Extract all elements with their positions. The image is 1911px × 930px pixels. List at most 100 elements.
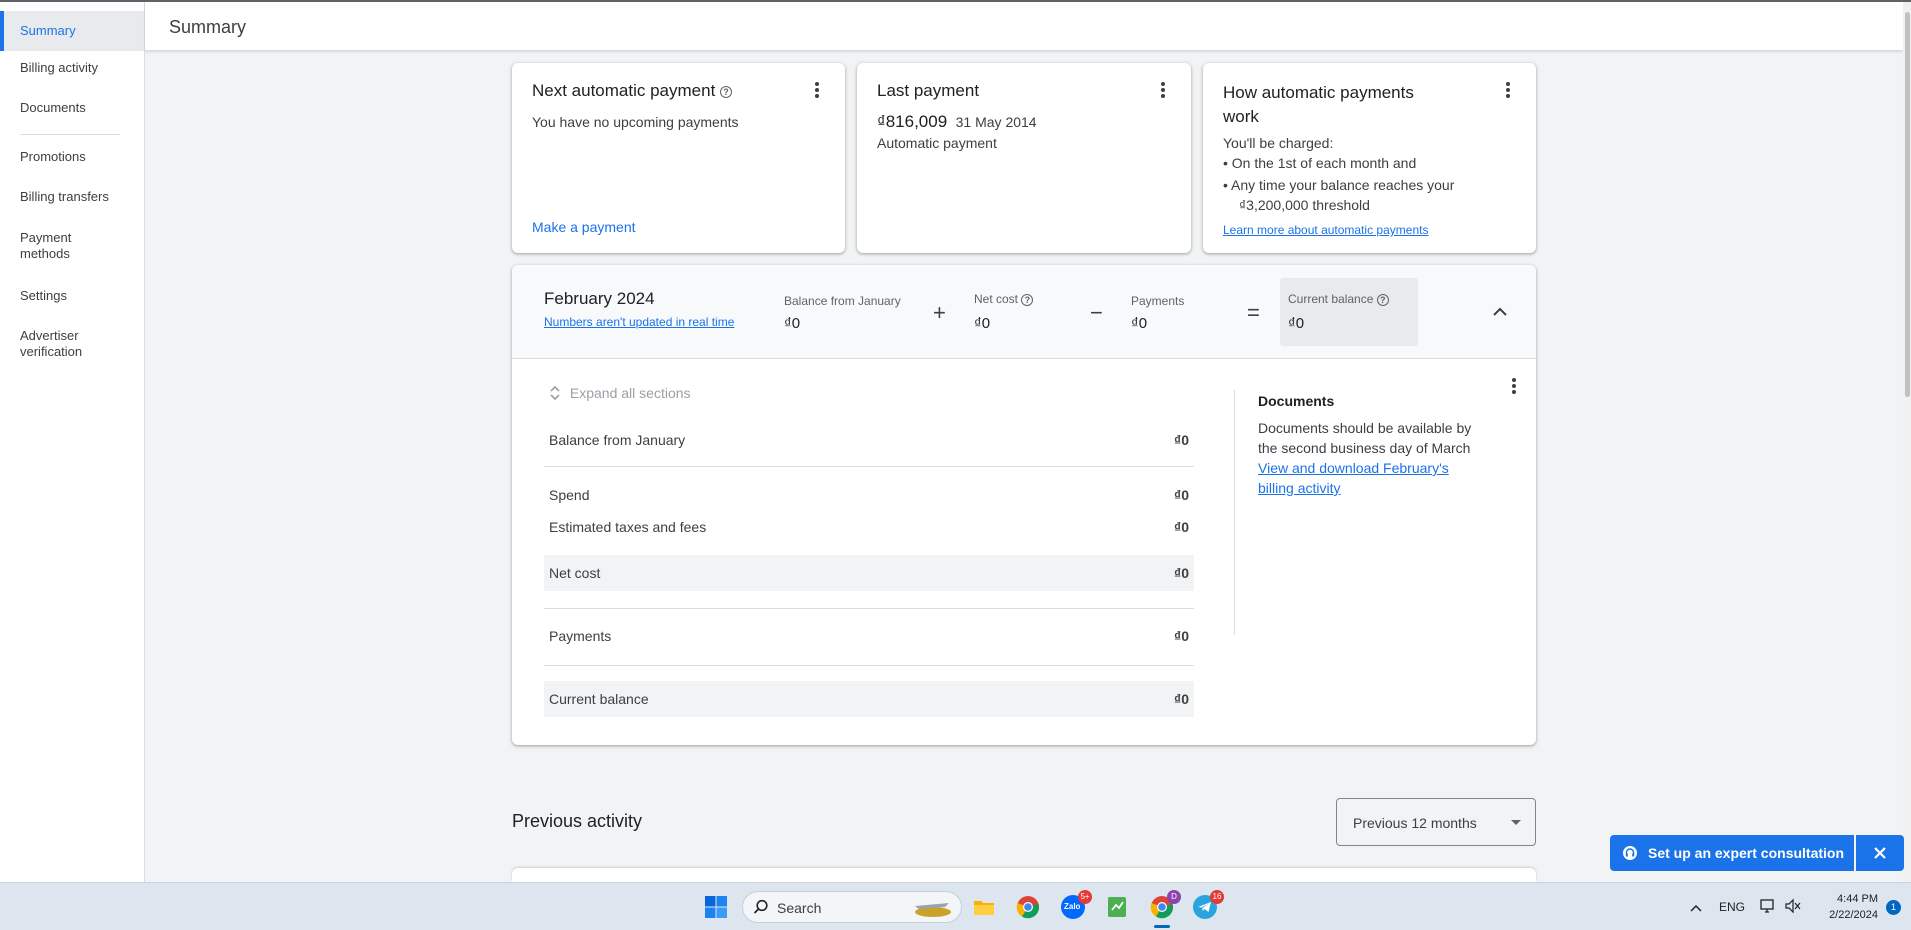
- minus-symbol: −: [1090, 300, 1103, 325]
- row-label: Current balance: [549, 691, 649, 707]
- row-payments[interactable]: Payments ₫0: [544, 618, 1194, 654]
- zalo-label-icon: Zalo: [1064, 902, 1081, 911]
- next-payment-title: Next automatic payment ?: [532, 81, 733, 101]
- windows-start-icon[interactable]: [704, 895, 728, 919]
- row-value: ₫0: [1174, 628, 1189, 644]
- learn-more-auto-payments-link[interactable]: Learn more about automatic payments: [1223, 223, 1428, 237]
- make-payment-link[interactable]: Make a payment: [532, 219, 636, 235]
- next-payment-text: You have no upcoming payments: [532, 114, 739, 130]
- notification-count-badge[interactable]: 1: [1886, 900, 1901, 915]
- spreadsheet-app-icon[interactable]: [1105, 895, 1129, 919]
- vertical-divider: [1234, 390, 1235, 635]
- plus-symbol: +: [933, 300, 946, 325]
- chrome-icon[interactable]: [1016, 895, 1040, 919]
- language-indicator[interactable]: ENG: [1719, 900, 1745, 914]
- sidebar-item-promotions[interactable]: Promotions: [0, 149, 144, 173]
- equals-symbol: =: [1247, 300, 1260, 325]
- documents-menu-button[interactable]: [1504, 376, 1524, 396]
- sidebar-item-label: Settings: [20, 288, 67, 303]
- chrome-profile-icon[interactable]: D: [1150, 890, 1181, 919]
- row-spend[interactable]: Spend ₫0: [544, 477, 1194, 513]
- clock-time: 4:44 PM: [1837, 893, 1878, 905]
- row-label: Spend: [549, 487, 590, 503]
- network-icon[interactable]: [1759, 898, 1777, 919]
- current-balance-label-text: Current balance: [1288, 292, 1374, 306]
- volume-muted-icon[interactable]: [1784, 898, 1802, 919]
- expand-all-button[interactable]: Expand all sections: [548, 384, 691, 405]
- scrollbar-thumb[interactable]: [1905, 12, 1910, 397]
- numbers-not-realtime-link[interactable]: Numbers aren't updated in real time: [544, 315, 734, 329]
- sidebar-item-documents[interactable]: Documents: [0, 100, 144, 124]
- sidebar-item-label: Documents: [20, 100, 86, 115]
- sidebar-item-label: Summary: [20, 23, 76, 38]
- how-auto-title-line2: work: [1223, 107, 1259, 126]
- expand-all-label: Expand all sections: [569, 385, 691, 402]
- row-label: Payments: [549, 628, 612, 644]
- search-placeholder: Search: [777, 900, 822, 916]
- help-icon[interactable]: ?: [1376, 293, 1389, 306]
- row-taxes-fees[interactable]: Estimated taxes and fees ₫0: [544, 509, 1194, 545]
- notification-count: 1: [1890, 902, 1896, 912]
- last-payment-card: Last payment ₫816,009 31 May 2014 Automa…: [857, 63, 1191, 253]
- view-download-activity-link[interactable]: View and download February's billing act…: [1258, 458, 1449, 498]
- how-auto-bullet-2: • Any time your balance reaches your ₫3,…: [1223, 177, 1455, 213]
- sidebar-item-label: Billing transfers: [20, 189, 109, 204]
- balance-from-label: Balance from January: [784, 294, 901, 308]
- next-payment-menu-button[interactable]: [807, 80, 827, 100]
- row-label: Balance from January: [549, 432, 686, 448]
- sidebar-item-advertiser-verification[interactable]: Advertiser verification: [0, 328, 110, 362]
- month-summary-panel: February 2024 Numbers aren't updated in …: [512, 265, 1536, 745]
- show-hidden-icons-chevron-icon[interactable]: [1689, 900, 1703, 918]
- file-explorer-icon[interactable]: [972, 895, 996, 919]
- sidebar-item-payment-methods[interactable]: Payment methods: [0, 230, 110, 264]
- clock[interactable]: 4:44 PM 2/22/2024: [1812, 891, 1878, 923]
- divider: [544, 466, 1194, 467]
- help-icon[interactable]: ?: [720, 85, 733, 98]
- last-payment-menu-button[interactable]: [1153, 80, 1173, 100]
- notification-badge: 16: [1210, 890, 1224, 904]
- taskbar-search[interactable]: Search: [742, 891, 962, 923]
- net-cost-label-text: Net cost: [974, 292, 1019, 306]
- sidebar: Summary Billing activity Documents Promo…: [0, 2, 145, 882]
- page-title: Summary: [169, 17, 247, 37]
- row-value: ₫0: [1174, 487, 1189, 503]
- collapse-chevron-up-icon[interactable]: [1491, 303, 1509, 321]
- help-icon[interactable]: ?: [1021, 293, 1034, 306]
- sidebar-divider: [20, 134, 120, 135]
- row-value: ₫0: [1174, 565, 1189, 581]
- sidebar-item-label: Payment methods: [20, 230, 72, 261]
- last-payment-date: 31 May 2014: [955, 114, 1037, 130]
- windows-taskbar: Search Zalo 5+ D 16 ENG 4:44 PM 2/22/202…: [0, 882, 1911, 930]
- divider: [544, 665, 1194, 666]
- row-label: Estimated taxes and fees: [549, 519, 707, 535]
- balance-from-value: ₫0: [784, 315, 801, 332]
- row-balance-from[interactable]: Balance from January ₫0: [544, 422, 1194, 458]
- headset-icon: [1622, 845, 1638, 861]
- zalo-icon[interactable]: Zalo 5+: [1061, 890, 1092, 919]
- sidebar-item-label: Advertiser verification: [20, 328, 83, 359]
- search-icon: [753, 899, 769, 920]
- close-consult-button[interactable]: [1856, 835, 1904, 871]
- last-payment-amount: ₫816,009: [877, 112, 948, 131]
- expert-consultation-button[interactable]: Set up an expert consultation: [1610, 835, 1854, 871]
- search-highlight-icon: [909, 898, 957, 918]
- date-range-dropdown[interactable]: Previous 12 months: [1336, 798, 1536, 846]
- last-payment-type: Automatic payment: [877, 135, 997, 151]
- documents-text-line2: the second business day of March: [1258, 440, 1471, 456]
- payments-value: ₫0: [1131, 315, 1148, 332]
- sidebar-item-summary[interactable]: Summary: [0, 11, 144, 51]
- sidebar-item-billing-transfers[interactable]: Billing transfers: [0, 189, 144, 213]
- telegram-icon[interactable]: 16: [1193, 890, 1224, 919]
- documents-title: Documents: [1258, 393, 1335, 409]
- net-cost-label: Net cost ?: [974, 292, 1034, 306]
- profile-badge: D: [1167, 890, 1181, 904]
- divider: [544, 608, 1194, 609]
- sidebar-item-settings[interactable]: Settings: [0, 288, 144, 312]
- net-cost-value: ₫0: [974, 315, 991, 332]
- sidebar-item-billing-activity[interactable]: Billing activity: [0, 60, 144, 84]
- link-line1: View and download February's: [1258, 460, 1449, 476]
- next-payment-card: Next automatic payment ? You have no upc…: [512, 63, 845, 253]
- month-summary-header: February 2024 Numbers aren't updated in …: [512, 265, 1536, 359]
- how-auto-menu-button[interactable]: [1498, 80, 1518, 100]
- previous-activity-card-edge: [512, 868, 1536, 882]
